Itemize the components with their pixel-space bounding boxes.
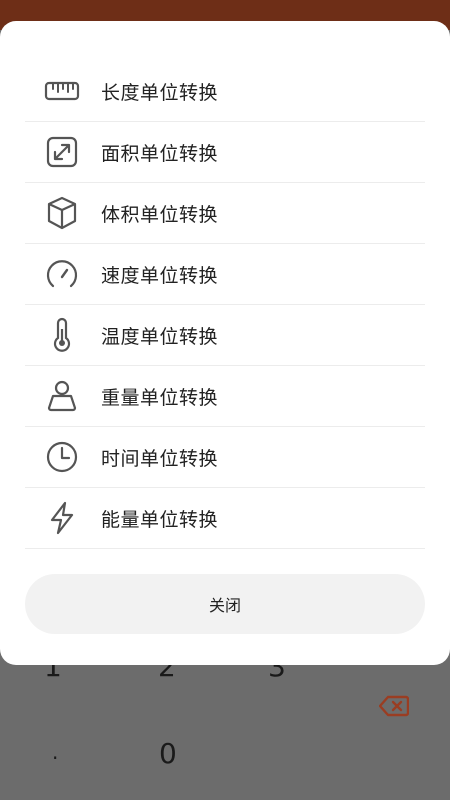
- menu-item-temperature[interactable]: 温度单位转换: [25, 305, 425, 366]
- menu-item-label: 能量单位转换: [101, 508, 219, 531]
- menu-item-area[interactable]: 面积单位转换: [25, 122, 425, 183]
- menu-item-label: 面积单位转换: [101, 142, 219, 165]
- menu-item-weight[interactable]: 重量单位转换: [25, 366, 425, 427]
- menu-item-time[interactable]: 时间单位转换: [25, 427, 425, 488]
- menu-item-energy[interactable]: 能量单位转换: [25, 488, 425, 549]
- unit-conversion-dialog: 长度单位转换 面积单位转换 体积单位转换 速度单位转换 温度单位转换 重量单位转…: [0, 21, 450, 665]
- menu-item-volume[interactable]: 体积单位转换: [25, 183, 425, 244]
- close-button[interactable]: 关闭: [25, 574, 425, 634]
- menu-item-label: 体积单位转换: [101, 203, 219, 226]
- speedometer-icon: [42, 254, 82, 294]
- conversion-menu-list: 长度单位转换 面积单位转换 体积单位转换 速度单位转换 温度单位转换 重量单位转…: [25, 61, 425, 549]
- menu-item-speed[interactable]: 速度单位转换: [25, 244, 425, 305]
- area-expand-icon: [42, 132, 82, 172]
- menu-item-label: 重量单位转换: [101, 386, 219, 409]
- menu-item-label: 温度单位转换: [101, 325, 219, 348]
- menu-item-length[interactable]: 长度单位转换: [25, 61, 425, 122]
- lightning-icon: [42, 498, 82, 538]
- keypad-key-dot[interactable]: .: [52, 740, 58, 764]
- thermometer-icon: [42, 315, 82, 355]
- clock-icon: [42, 437, 82, 477]
- menu-item-label: 速度单位转换: [101, 264, 219, 287]
- cube-icon: [42, 193, 82, 233]
- ruler-icon: [42, 71, 82, 111]
- menu-item-label: 长度单位转换: [101, 81, 219, 104]
- backspace-icon[interactable]: [378, 695, 410, 717]
- weight-icon: [42, 376, 82, 416]
- menu-item-label: 时间单位转换: [101, 447, 219, 470]
- keypad-key-0[interactable]: 0: [159, 737, 177, 770]
